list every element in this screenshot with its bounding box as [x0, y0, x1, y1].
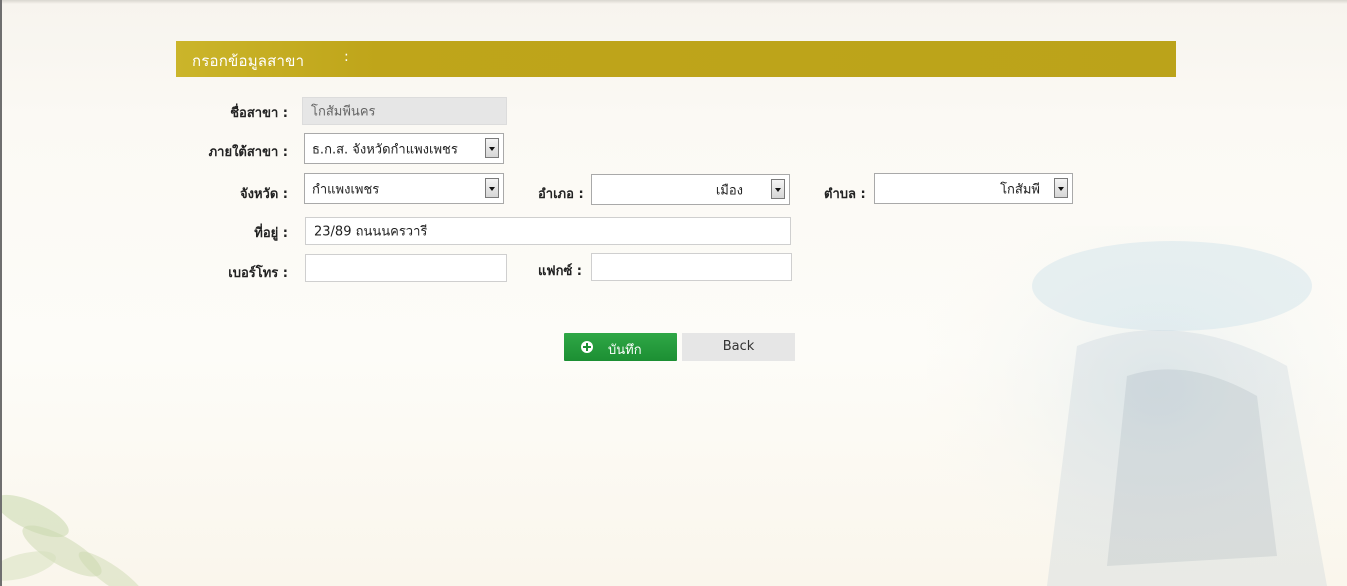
province-value: กำแพงเพชร — [312, 182, 380, 197]
phone-input[interactable] — [305, 254, 507, 282]
save-button-label: บันทึก — [608, 343, 642, 358]
branch-name-value: โกสัมพีนคร — [311, 104, 376, 120]
subdistrict-value: โกสัมพี — [1000, 182, 1040, 197]
address-label: ที่อยู่ : — [254, 226, 288, 241]
subdistrict-select[interactable]: โกสัมพี — [874, 173, 1073, 204]
chevron-down-icon[interactable] — [1054, 178, 1068, 198]
branch-name-field: โกสัมพีนคร — [302, 97, 507, 125]
address-input[interactable]: 23/89 ถนนนครวารี — [305, 217, 791, 245]
farmer-background-image — [927, 226, 1347, 586]
parent-branch-select[interactable]: ธ.ก.ส. จังหวัดกำแพงเพชร — [304, 133, 504, 164]
parent-branch-label: ภายใต้สาขา : — [208, 145, 288, 160]
fax-input[interactable] — [591, 253, 792, 281]
address-value: 23/89 ถนนนครวารี — [314, 224, 428, 240]
district-label: อำเภอ : — [538, 187, 584, 202]
phone-label: เบอร์โทร : — [228, 266, 288, 281]
subdistrict-label: ตำบล : — [824, 187, 866, 202]
form-title: กรอกข้อมูลสาขา — [192, 52, 305, 70]
form-title-colon: : — [344, 49, 349, 65]
branch-name-label: ชื่อสาขา : — [230, 106, 288, 121]
province-label: จังหวัด : — [239, 187, 288, 202]
back-button[interactable]: Back — [682, 333, 795, 361]
fax-label: แฟกซ์ : — [538, 264, 583, 279]
province-select[interactable]: กำแพงเพชร — [304, 173, 504, 204]
chevron-down-icon[interactable] — [485, 178, 499, 198]
chevron-down-icon[interactable] — [771, 179, 785, 199]
form-header-bar: กรอกข้อมูลสาขา : — [176, 41, 1176, 77]
save-button[interactable]: บันทึก — [564, 333, 677, 361]
parent-branch-value: ธ.ก.ส. จังหวัดกำแพงเพชร — [312, 142, 458, 157]
top-shadow — [2, 0, 1347, 4]
district-value: เมือง — [715, 183, 743, 198]
chevron-down-icon[interactable] — [485, 138, 499, 158]
district-select[interactable]: เมือง — [591, 174, 790, 205]
leaves-decoration — [2, 494, 146, 586]
plus-circle-icon — [581, 341, 593, 353]
